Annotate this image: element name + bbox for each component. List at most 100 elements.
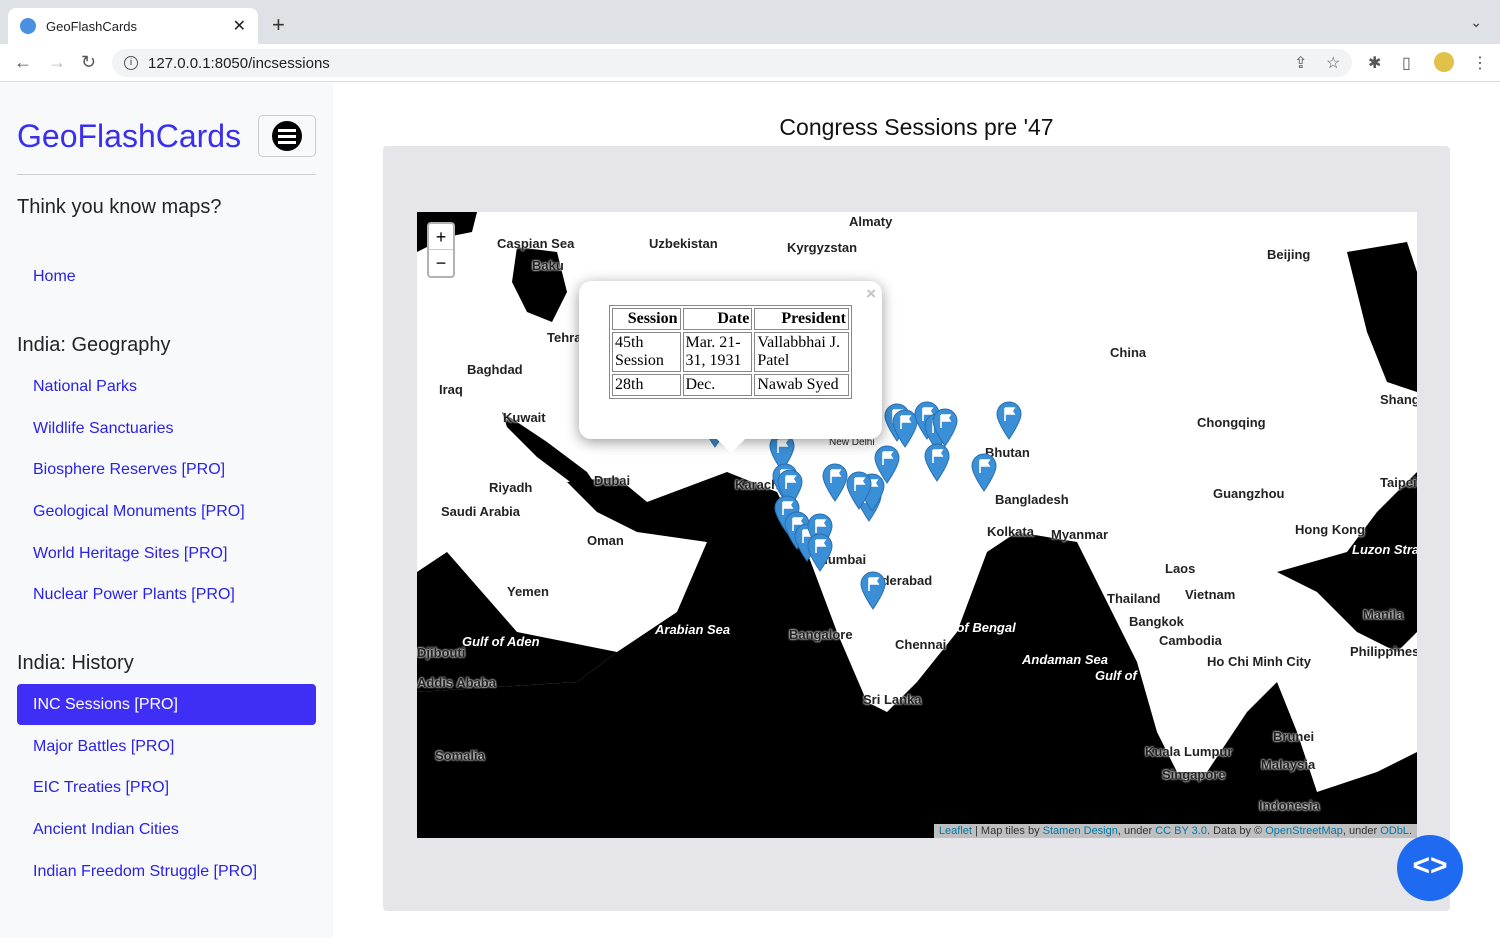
cell: 45th Session bbox=[612, 332, 681, 372]
place-label: Luzon Strait bbox=[1352, 542, 1417, 557]
nav-item[interactable]: Indian Freedom Struggle [PRO] bbox=[17, 851, 316, 892]
place-label: Philippines bbox=[1350, 644, 1417, 659]
table-row: 28th Dec. Nawab Syed bbox=[612, 374, 849, 396]
place-label: Sri Lanka bbox=[863, 692, 922, 707]
popup-content[interactable]: Session Date President 45th Session Mar. 21… bbox=[609, 305, 852, 421]
section-title: India: Geography bbox=[17, 334, 171, 356]
new-tab-button[interactable]: + bbox=[272, 12, 285, 38]
reload-icon[interactable]: ↻ bbox=[81, 52, 96, 73]
nav-item[interactable]: World Heritage Sites [PRO] bbox=[17, 533, 316, 574]
osm-link[interactable]: OpenStreetMap bbox=[1265, 825, 1343, 837]
header-date: Date bbox=[682, 308, 753, 330]
place-label: Bangalore bbox=[789, 627, 853, 642]
cc-link[interactable]: CC BY 3.0 bbox=[1155, 825, 1207, 837]
nav-item[interactable]: Biosphere Reserves [PRO] bbox=[17, 449, 316, 490]
cell: 28th bbox=[612, 374, 681, 396]
place-label: Singapore bbox=[1162, 767, 1226, 782]
place-label: Oman bbox=[587, 533, 624, 548]
sidebar: GeoFlashCards Think you know maps? Home … bbox=[0, 83, 333, 938]
star-icon[interactable]: ☆ bbox=[1326, 53, 1340, 73]
place-label: Kuwait bbox=[503, 410, 546, 425]
cell: Mar. 21-31, 1931 bbox=[682, 332, 753, 372]
close-tab-icon[interactable]: ✕ bbox=[233, 16, 246, 36]
cell: Dec. bbox=[682, 374, 753, 396]
map[interactable]: Almaty Uzbekistan Kyrgyzstan Caspian Sea Bak… bbox=[417, 212, 1417, 838]
place-label: Gulf of Aden bbox=[462, 634, 540, 649]
table-row: 45th Session Mar. 21-31, 1931 Vallabbhai J… bbox=[612, 332, 849, 372]
profile-avatar[interactable] bbox=[1434, 52, 1454, 72]
browser-tab[interactable]: GeoFlashCards ✕ bbox=[8, 8, 258, 44]
place-label: Malaysia bbox=[1261, 757, 1316, 772]
attr-text: . bbox=[1408, 825, 1412, 837]
flag-marker-icon[interactable] bbox=[805, 532, 835, 572]
nav-item[interactable]: Ancient Indian Cities bbox=[17, 809, 316, 850]
nav-item[interactable]: EIC Treaties [PRO] bbox=[17, 767, 316, 808]
menu-icon[interactable]: ⋮ bbox=[1472, 53, 1488, 73]
place-label: Kyrgyzstan bbox=[787, 240, 858, 255]
place-label: Kuala Lumpur bbox=[1145, 744, 1233, 759]
place-label: Uzbekistan bbox=[649, 236, 718, 251]
place-label: China bbox=[1110, 345, 1147, 360]
place-label: Bay of Bengal bbox=[929, 620, 1016, 635]
place-label: Andaman Sea bbox=[1022, 652, 1108, 667]
menu-toggle-button[interactable] bbox=[258, 115, 316, 157]
tab-list-chevron-icon[interactable]: ⌄ bbox=[1470, 14, 1482, 31]
forward-icon[interactable]: → bbox=[48, 52, 66, 73]
extensions-icon[interactable]: ✱ bbox=[1368, 53, 1381, 73]
brand-title[interactable]: GeoFlashCards bbox=[17, 118, 241, 155]
nav-item[interactable]: Nuclear Power Plants [PRO] bbox=[17, 574, 316, 615]
place-label: Caspian Sea bbox=[497, 236, 575, 251]
place-label: Almaty bbox=[849, 214, 893, 229]
nav-item-active[interactable]: INC Sessions [PRO] bbox=[17, 684, 316, 725]
place-label: Dubai bbox=[594, 473, 631, 488]
flag-marker-icon[interactable] bbox=[930, 407, 960, 447]
url-input[interactable]: i 127.0.0.1:8050/incsessions bbox=[112, 49, 1352, 77]
nav-item[interactable]: National Parks bbox=[17, 366, 316, 407]
share-icon[interactable]: ⇪ bbox=[1294, 53, 1307, 73]
code-toggle-button[interactable]: <> bbox=[1397, 835, 1463, 901]
place-label: Laos bbox=[1165, 561, 1196, 576]
place-label: Iraq bbox=[439, 382, 463, 397]
hamburger-icon bbox=[272, 121, 302, 151]
place-label: Yemen bbox=[507, 584, 549, 599]
flag-marker-icon[interactable] bbox=[994, 400, 1024, 440]
nav-item[interactable]: Major Battles [PRO] bbox=[17, 726, 316, 767]
attr-text: , under bbox=[1117, 825, 1156, 837]
nav-item[interactable]: Wildlife Sanctuaries bbox=[17, 408, 316, 449]
place-label: Riyadh bbox=[489, 480, 533, 495]
flag-marker-icon[interactable] bbox=[969, 452, 999, 492]
map-tiles bbox=[417, 212, 1417, 838]
flag-marker-icon[interactable] bbox=[858, 570, 888, 610]
odbl-link[interactable]: ODbL bbox=[1380, 825, 1409, 837]
place-label: Shanghai bbox=[1380, 392, 1417, 407]
attr-text: | Map tiles by bbox=[971, 825, 1043, 837]
place-label: Hong Kong bbox=[1295, 522, 1366, 537]
info-icon[interactable]: i bbox=[124, 56, 138, 70]
place-label: Manila bbox=[1363, 607, 1404, 622]
side-panel-icon[interactable]: ▯ bbox=[1402, 53, 1411, 73]
leaflet-link[interactable]: Leaflet bbox=[939, 825, 972, 837]
back-icon[interactable]: ← bbox=[14, 52, 32, 73]
place-label: Arabian Sea bbox=[655, 622, 731, 637]
divider bbox=[17, 174, 316, 175]
cell: Vallabbhai J. Patel bbox=[754, 332, 849, 372]
place-label: Kolkata bbox=[987, 524, 1034, 539]
flag-marker-icon[interactable] bbox=[922, 442, 952, 482]
place-label: Taipei bbox=[1380, 475, 1417, 490]
nav-item[interactable]: Geological Monuments [PRO] bbox=[17, 491, 316, 532]
popup-close-button[interactable]: × bbox=[866, 284, 876, 304]
place-label: Saudi Arabia bbox=[441, 504, 520, 519]
place-label: Celebes Sea bbox=[1343, 740, 1417, 755]
nav-home[interactable]: Home bbox=[17, 256, 316, 297]
cell: Nawab Syed bbox=[754, 374, 849, 396]
map-popup: × Session Date President 45th Session Mar. … bbox=[579, 281, 882, 454]
zoom-out-button[interactable]: − bbox=[429, 250, 453, 276]
zoom-in-button[interactable]: + bbox=[429, 224, 453, 250]
place-label: Gulf of Thailand bbox=[1095, 668, 1194, 683]
attr-text: . Data by © bbox=[1206, 825, 1266, 837]
stamen-link[interactable]: Stamen Design bbox=[1043, 825, 1118, 837]
place-label: Somalia bbox=[435, 748, 485, 763]
tab-title: GeoFlashCards bbox=[46, 18, 138, 34]
flag-marker-icon[interactable] bbox=[844, 470, 874, 510]
header-session: Session bbox=[612, 308, 681, 330]
